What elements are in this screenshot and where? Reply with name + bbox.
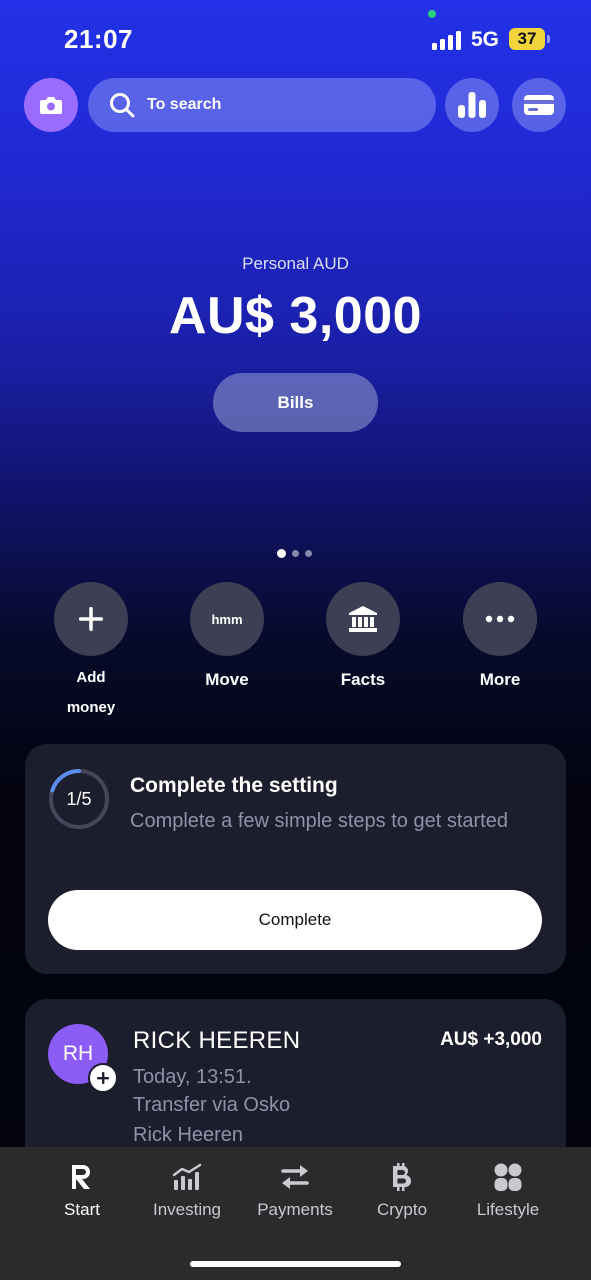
battery-icon: 37 [509,28,545,50]
setup-card-subtitle: Complete a few simple steps to get start… [130,810,508,832]
move-label: Move [205,670,249,689]
add-money-label-line2: money [66,699,116,716]
add-money-label: Add money [21,663,161,723]
search-icon [110,93,135,118]
more-icon [485,615,515,623]
move-button[interactable]: hmm [190,582,264,656]
pager-dot [305,550,312,557]
add-contact-icon [88,1063,118,1093]
account-balance: AU$ 3,000 [168,287,423,345]
nav-item-start[interactable]: Start [27,1160,137,1220]
nav-label-investing: Investing [152,1200,222,1219]
search-bar[interactable]: To search [88,78,436,132]
analytics-button[interactable] [445,78,499,132]
nav-label-payments: Payments [257,1200,333,1219]
move-icon: hmm [211,611,243,627]
nav-item-lifestyle[interactable]: Lifestyle [453,1160,563,1220]
more-label: More [479,670,521,689]
setup-card-title: Complete the setting [130,774,338,797]
setup-progress-text: 1/5 [66,789,92,809]
facts-label: Facts [340,670,386,689]
transaction-name: RICK HEEREN [133,1027,301,1054]
account-pager[interactable] [277,549,312,558]
search-placeholder: To search [147,96,222,113]
network-type: 5G [471,28,500,51]
pager-dot [292,550,299,557]
nav-item-investing[interactable]: Investing [132,1160,242,1220]
battery-level: 37 [517,29,537,48]
pager-dot-active [277,549,286,558]
transaction-time: Today, 13:51. [133,1066,252,1088]
nav-item-payments[interactable]: Payments [240,1160,350,1220]
plus-icon [79,607,103,631]
nav-label-start: Start [64,1200,100,1219]
nav-label-crypto: Crypto [376,1200,428,1219]
camera-button[interactable] [24,78,78,132]
transaction-counterparty: Rick Heeren [133,1124,244,1146]
nav-label-lifestyle: Lifestyle [476,1200,540,1219]
more-button[interactable] [463,582,537,656]
privacy-indicator-dot [428,10,436,18]
battery-tip [547,35,550,43]
card-icon [524,95,554,115]
complete-button[interactable]: Complete [48,890,542,950]
account-label[interactable]: Personal AUD [0,254,591,274]
facts-button[interactable] [326,582,400,656]
bitcoin-icon [393,1163,412,1191]
camera-icon [40,97,62,114]
signal-strength-icon [432,30,464,50]
transaction-amount: AU$ +3,000 [440,1029,542,1050]
transfer-arrows-icon [281,1165,309,1189]
status-time: 21:07 [64,24,133,54]
lifestyle-icon [494,1163,522,1191]
investing-icon [172,1163,202,1190]
home-indicator[interactable] [190,1261,401,1267]
bar-chart-icon [458,92,486,118]
cards-button[interactable] [512,78,566,132]
revolut-r-icon [72,1165,90,1189]
add-money-label-line1: Add [76,669,106,686]
add-money-button[interactable] [54,582,128,656]
nav-item-crypto[interactable]: Crypto [347,1160,457,1220]
transaction-method: Transfer via Osko [133,1094,291,1116]
bank-icon [349,606,377,632]
bills-button[interactable]: Bills [213,373,378,432]
